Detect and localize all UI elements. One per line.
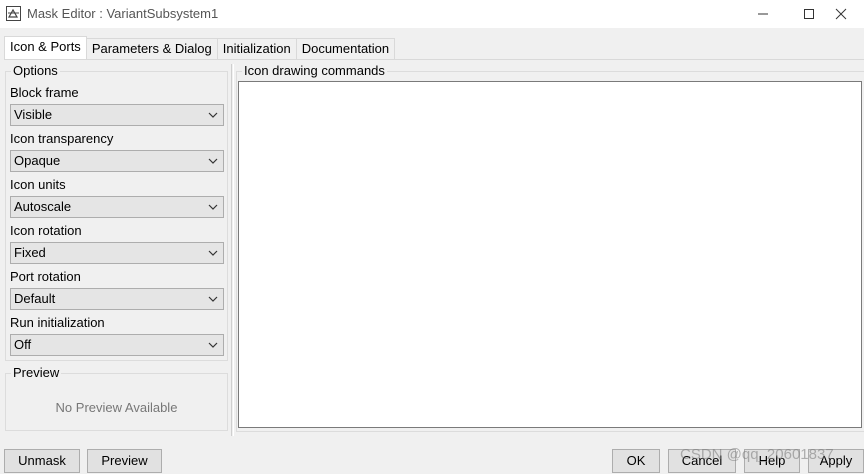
preview-button[interactable]: Preview (87, 449, 162, 473)
minimize-icon (758, 13, 768, 15)
preview-group: Preview No Preview Available (5, 365, 228, 431)
window-title: Mask Editor : VariantSubsystem1 (27, 6, 219, 21)
title-bar: Mask Editor : VariantSubsystem1 (0, 0, 864, 28)
icon-units-value: Autoscale (14, 199, 72, 214)
apply-button[interactable]: Apply (808, 449, 864, 473)
options-legend: Options (11, 63, 60, 78)
icon-units-label: Icon units (10, 177, 66, 192)
icon-rotation-dropdown[interactable]: Fixed (10, 242, 224, 264)
block-frame-value: Visible (14, 107, 53, 122)
mask-editor-app-icon (6, 6, 21, 21)
run-initialization-value: Off (14, 337, 32, 352)
chevron-down-icon (208, 204, 218, 210)
port-rotation-label: Port rotation (10, 269, 81, 284)
icon-transparency-value: Opaque (14, 153, 61, 168)
preview-legend: Preview (11, 365, 62, 380)
run-initialization-label: Run initialization (10, 315, 105, 330)
block-frame-dropdown[interactable]: Visible (10, 104, 224, 126)
icon-rotation-value: Fixed (14, 245, 46, 260)
preview-placeholder: No Preview Available (55, 400, 178, 415)
tab-initialization[interactable]: Initialization (217, 38, 297, 59)
chevron-down-icon (208, 158, 218, 164)
block-frame-label: Block frame (10, 85, 79, 100)
minimize-button[interactable] (740, 0, 786, 28)
icon-transparency-label: Icon transparency (10, 131, 114, 146)
run-initialization-dropdown[interactable]: Off (10, 334, 224, 356)
chevron-down-icon (208, 250, 218, 256)
maximize-icon (804, 9, 814, 19)
tab-strip: Icon & Ports Parameters & Dialog Initial… (4, 36, 396, 59)
ok-button[interactable]: OK (612, 449, 660, 473)
icon-drawing-commands-legend: Icon drawing commands (242, 63, 387, 78)
port-rotation-dropdown[interactable]: Default (10, 288, 224, 310)
port-rotation-value: Default (14, 291, 56, 306)
panel-splitter[interactable] (231, 64, 234, 436)
unmask-button[interactable]: Unmask (4, 449, 80, 473)
chevron-down-icon (208, 342, 218, 348)
close-icon (835, 8, 847, 20)
icon-rotation-label: Icon rotation (10, 223, 82, 238)
chevron-down-icon (208, 112, 218, 118)
icon-units-dropdown[interactable]: Autoscale (10, 196, 224, 218)
icon-transparency-dropdown[interactable]: Opaque (10, 150, 224, 172)
help-button[interactable]: Help (744, 449, 800, 473)
tab-icon-ports[interactable]: Icon & Ports (4, 36, 87, 59)
close-button[interactable] (818, 0, 864, 28)
cancel-button[interactable]: Cancel (668, 449, 736, 473)
chevron-down-icon (208, 296, 218, 302)
tab-parameters-dialog[interactable]: Parameters & Dialog (86, 38, 218, 59)
tab-documentation[interactable]: Documentation (296, 38, 396, 59)
icon-drawing-commands-editor[interactable] (238, 81, 862, 428)
